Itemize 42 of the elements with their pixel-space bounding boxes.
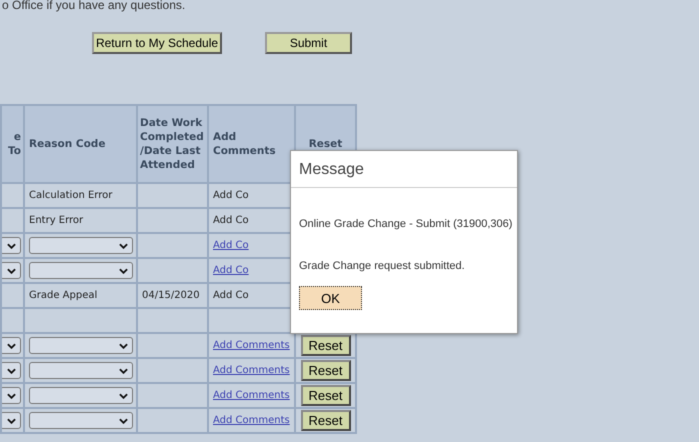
column-header: e To xyxy=(1,105,24,183)
chevron-down-icon xyxy=(119,368,128,374)
chevron-down-icon xyxy=(119,242,128,248)
dropdown[interactable] xyxy=(3,412,21,429)
table-cell: Calculation Error xyxy=(29,190,112,201)
notice-text: o Office if you have any questions. xyxy=(1,0,186,14)
message-text: Online Grade Change - Submit (31900,306) xyxy=(299,218,514,230)
chevron-down-icon xyxy=(7,368,16,374)
chevron-down-icon xyxy=(7,242,16,248)
add-comments-link[interactable]: Add Co xyxy=(213,265,249,276)
dropdown[interactable] xyxy=(3,237,21,254)
table-cell: Add Co xyxy=(213,215,249,226)
table-cell: Entry Error xyxy=(29,215,84,226)
table-cell: Grade Appeal xyxy=(29,290,98,301)
column-header: Date Work Completed /Date Last Attended xyxy=(137,105,208,183)
action-button[interactable]: Submit xyxy=(265,32,352,54)
column-header: Reason Code xyxy=(24,105,137,183)
chevron-down-icon xyxy=(119,418,128,424)
action-button[interactable]: Return to My Schedule xyxy=(92,32,222,54)
reset-button[interactable]: Reset xyxy=(300,410,350,431)
chevron-down-icon xyxy=(119,392,128,398)
chevron-down-icon xyxy=(119,268,128,274)
reset-button[interactable]: Reset xyxy=(300,385,350,406)
table-cell: 04/15/2020 xyxy=(142,290,200,301)
message-text: Grade Change request submitted. xyxy=(299,260,466,272)
reset-button[interactable]: Reset xyxy=(300,360,350,381)
table-cell: Add Co xyxy=(213,290,249,301)
chevron-down-icon xyxy=(7,342,16,348)
chevron-down-icon xyxy=(7,392,16,398)
dropdown[interactable] xyxy=(3,337,21,354)
dropdown[interactable] xyxy=(3,387,21,404)
dialog-title: Message xyxy=(291,151,517,188)
chevron-down-icon xyxy=(119,342,128,348)
column-header: Add Comments xyxy=(208,105,295,183)
chevron-down-icon xyxy=(7,268,16,274)
reset-button[interactable]: Reset xyxy=(300,335,350,356)
dropdown[interactable] xyxy=(3,262,21,279)
table-cell: Add Co xyxy=(213,190,249,201)
chevron-down-icon xyxy=(7,418,16,424)
add-comments-link[interactable]: Add Co xyxy=(213,240,249,251)
dropdown[interactable] xyxy=(3,362,21,379)
ok-button[interactable]: OK xyxy=(299,286,362,310)
